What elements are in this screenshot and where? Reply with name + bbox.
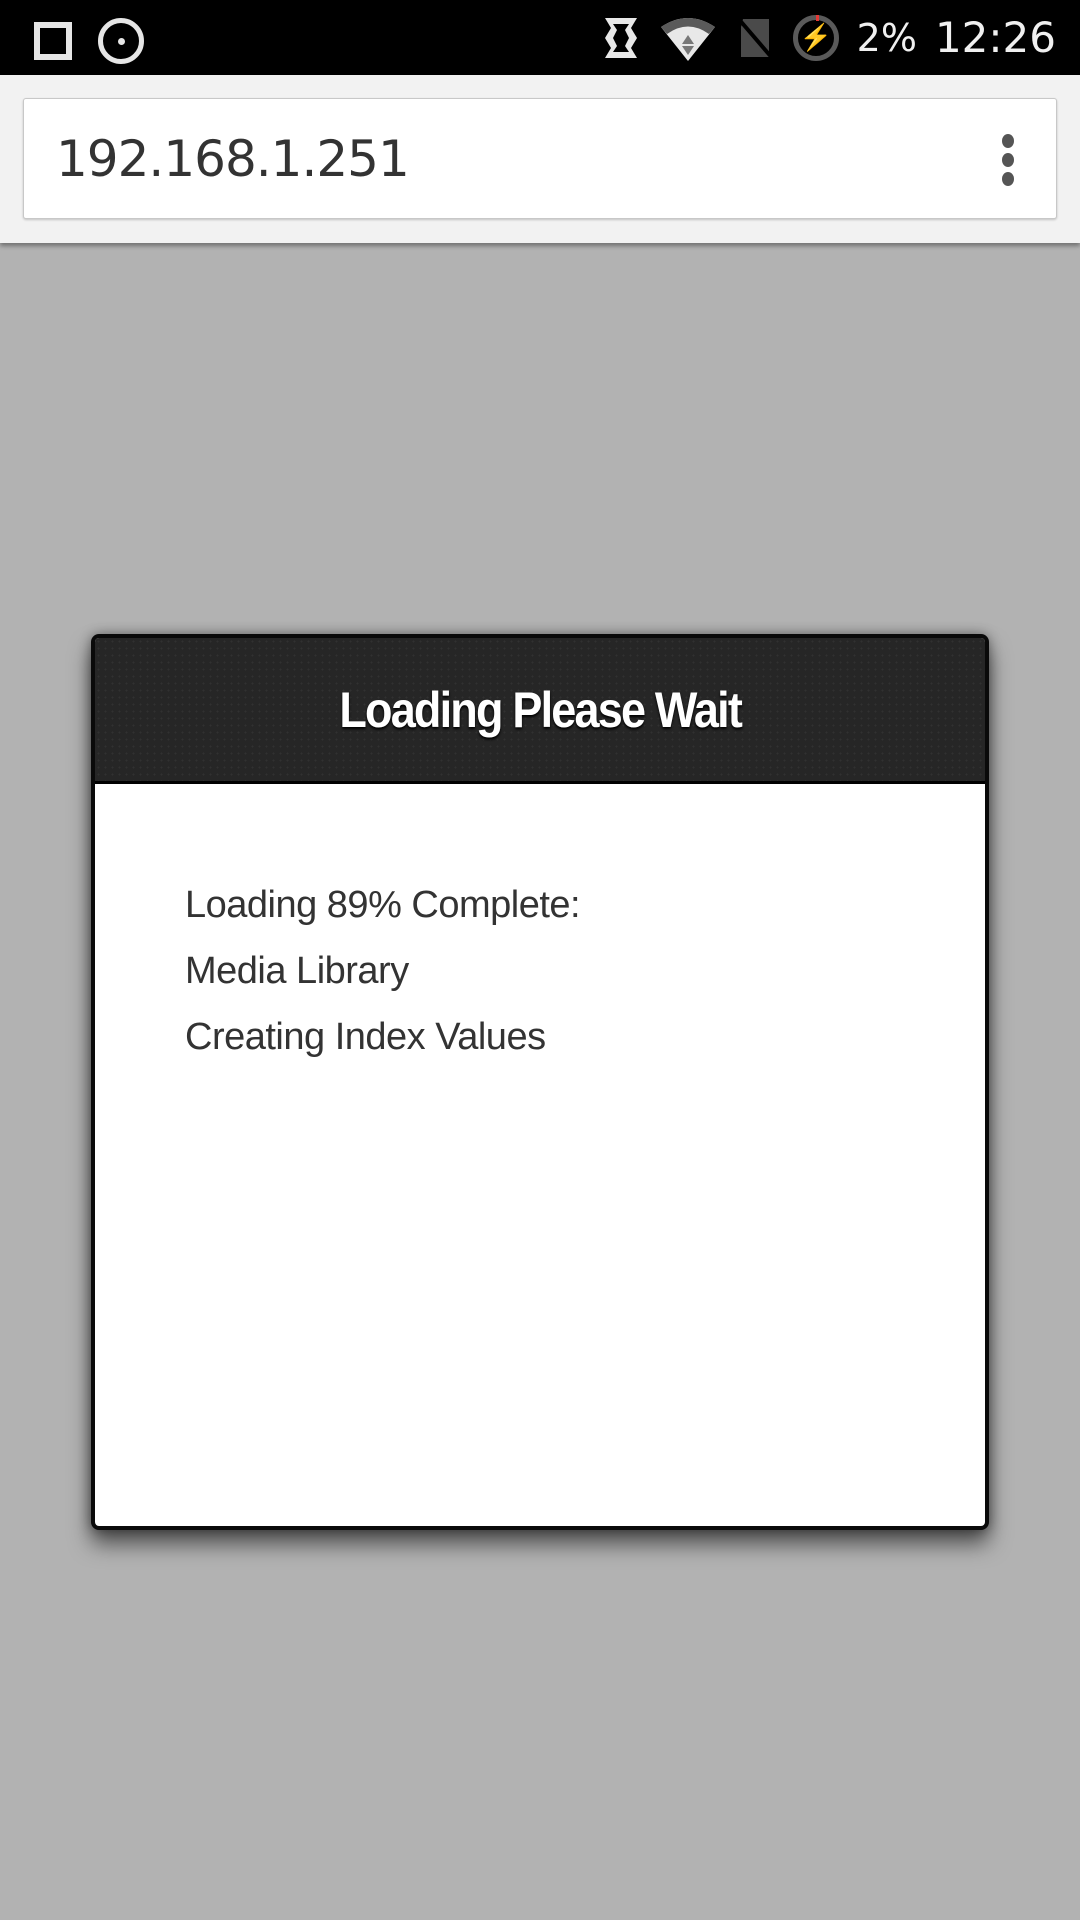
battery-charging-icon: ⚡ — [792, 14, 839, 61]
dialog-title: Loading Please Wait — [339, 681, 743, 738]
browser-toolbar: 192.168.1.251 — [0, 75, 1080, 243]
status-bar: ⚡ 2% 12:26 — [0, 0, 1080, 75]
dialog-body: Loading 89% Complete: Media Library Crea… — [95, 784, 985, 1070]
no-sim-icon — [735, 15, 775, 60]
clock: 12:26 — [934, 13, 1056, 62]
overflow-menu-icon[interactable] — [1000, 134, 1016, 186]
battery-percent: 2% — [856, 15, 917, 60]
circle-dot-icon — [98, 18, 144, 64]
url-bar[interactable]: 192.168.1.251 — [23, 98, 1057, 219]
loading-step: Creating Index Values — [185, 1016, 546, 1058]
url-text[interactable]: 192.168.1.251 — [56, 99, 410, 220]
loading-section: Media Library — [185, 950, 409, 992]
screen-cast-icon — [604, 17, 637, 58]
wifi-icon — [660, 17, 715, 61]
progress-text: Loading 89% Complete: — [185, 884, 581, 926]
loading-dialog: Loading Please Wait Loading 89% Complete… — [91, 634, 989, 1530]
square-icon — [34, 22, 72, 60]
dialog-header: Loading Please Wait — [95, 638, 985, 784]
